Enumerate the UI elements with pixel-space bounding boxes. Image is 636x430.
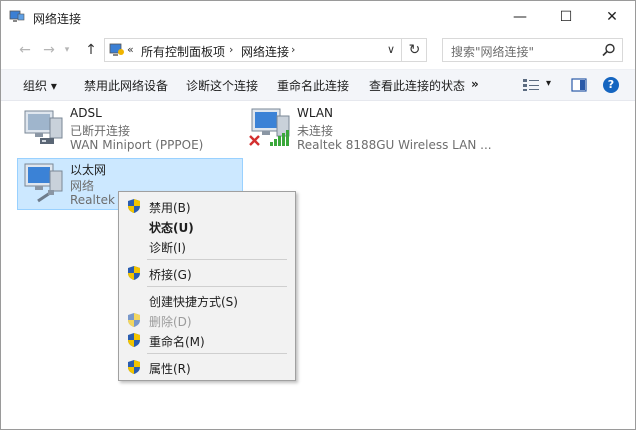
menu-item-label: 重命名(M) <box>149 335 205 349</box>
breadcrumb-control-panel[interactable]: 所有控制面板项 <box>141 43 225 60</box>
view-status-button[interactable]: 查看此连接的状态 <box>369 77 465 94</box>
menu-item-bridge[interactable]: 桥接(G) <box>121 263 293 283</box>
menu-item-delete[interactable]: 删除(D) <box>121 310 293 330</box>
diagnose-button[interactable]: 诊断这个连接 <box>186 77 258 94</box>
command-bar: 组织 ▾ 禁用此网络设备 诊断这个连接 重命名此连接 查看此连接的状态 » ▾ … <box>1 69 635 101</box>
help-button[interactable]: ? <box>603 75 619 95</box>
menu-item-diagnose[interactable]: 诊断(I) <box>121 236 293 256</box>
uac-shield-icon <box>128 266 140 280</box>
control-panel-icon <box>109 43 124 56</box>
up-button[interactable]: ↑ <box>81 41 101 59</box>
connection-name: ADSL <box>70 106 102 120</box>
menu-item-label: 诊断(I) <box>149 241 186 255</box>
uac-shield-icon <box>128 333 140 347</box>
search-placeholder: 搜索"网络连接" <box>451 45 535 59</box>
search-icon[interactable] <box>601 42 617 58</box>
change-view-button[interactable] <box>522 75 540 95</box>
preview-pane-icon <box>571 78 587 92</box>
ethernet-connection-icon <box>24 163 63 203</box>
menu-separator <box>147 286 287 287</box>
menu-item-label: 创建快捷方式(S) <box>149 295 238 309</box>
connection-status: 网络 <box>70 179 95 193</box>
menu-item-status[interactable]: 状态(U) <box>121 216 293 236</box>
menu-item-properties[interactable]: 属性(R) <box>121 357 293 377</box>
recent-locations-button[interactable]: ▾ <box>61 41 73 59</box>
address-bar[interactable]: « 所有控制面板项 › 网络连接 › ∨ <box>104 38 427 62</box>
breadcrumb-overflow-icon[interactable]: « <box>127 43 134 56</box>
search-input[interactable]: 搜索"网络连接" <box>442 38 623 62</box>
rename-button[interactable]: 重命名此连接 <box>277 77 349 94</box>
connection-device: WAN Miniport (PPPOE) <box>70 138 204 152</box>
uac-shield-icon <box>128 199 140 213</box>
menu-item-label: 状态(U) <box>149 221 194 235</box>
menu-item-label: 属性(R) <box>149 362 191 376</box>
preview-pane-button[interactable] <box>571 75 587 95</box>
back-button[interactable]: ← <box>15 41 35 59</box>
connection-name: WLAN <box>297 106 334 120</box>
menu-item-label: 桥接(G) <box>149 268 192 282</box>
breadcrumb-network-connections[interactable]: 网络连接 <box>241 43 289 60</box>
help-icon: ? <box>603 77 619 93</box>
window-title: 网络连接 <box>33 12 82 26</box>
maximize-button[interactable]: ☐ <box>543 1 589 33</box>
view-dropdown-icon[interactable]: ▾ <box>546 78 551 89</box>
connection-status: 已断开连接 <box>70 124 131 138</box>
uac-shield-icon <box>128 313 140 327</box>
network-connections-icon <box>9 10 25 22</box>
connection-status: 未连接 <box>297 124 334 138</box>
close-button[interactable]: ✕ <box>589 1 635 33</box>
context-menu: 禁用(B) 状态(U) 诊断(I) 桥接(G) 创建快捷方式(S) 删除(D) <box>118 191 296 381</box>
menu-item-disable[interactable]: 禁用(B) <box>121 196 293 216</box>
uac-shield-icon <box>128 360 140 374</box>
address-dropdown-icon[interactable]: ∨ <box>387 43 395 56</box>
forward-button[interactable]: → <box>39 41 59 59</box>
refresh-button[interactable]: ↻ <box>401 38 427 62</box>
menu-item-rename[interactable]: 重命名(M) <box>121 330 293 350</box>
menu-separator <box>147 259 287 260</box>
connection-item-adsl[interactable]: ADSL 已断开连接 WAN Miniport (PPPOE) <box>20 106 240 154</box>
dialup-connection-icon <box>24 110 63 144</box>
wireless-connection-icon <box>249 108 290 146</box>
connection-item-wlan[interactable]: WLAN 未连接 Realtek 8188GU Wireless LAN ... <box>247 106 492 154</box>
view-options-icon <box>523 79 539 91</box>
explorer-window: 网络连接 — ☐ ✕ ← → ▾ ↑ « 所有控制面板项 › 网络连接 › ∨ … <box>0 0 636 430</box>
more-commands-button[interactable]: » <box>471 77 479 91</box>
title-bar[interactable]: 网络连接 — ☐ ✕ <box>1 1 635 33</box>
menu-item-create-shortcut[interactable]: 创建快捷方式(S) <box>121 290 293 310</box>
breadcrumb-separator[interactable]: › <box>291 43 295 56</box>
menu-item-label: 禁用(B) <box>149 201 191 215</box>
menu-separator <box>147 353 287 354</box>
organize-button[interactable]: 组织 ▾ <box>23 77 57 94</box>
minimize-button[interactable]: — <box>497 1 543 33</box>
disable-device-button[interactable]: 禁用此网络设备 <box>84 77 168 94</box>
menu-item-label: 删除(D) <box>149 315 192 329</box>
connection-device: Realtek 8188GU Wireless LAN ... <box>297 138 492 152</box>
breadcrumb-separator[interactable]: › <box>229 43 233 56</box>
connection-name: 以太网 <box>70 163 107 177</box>
